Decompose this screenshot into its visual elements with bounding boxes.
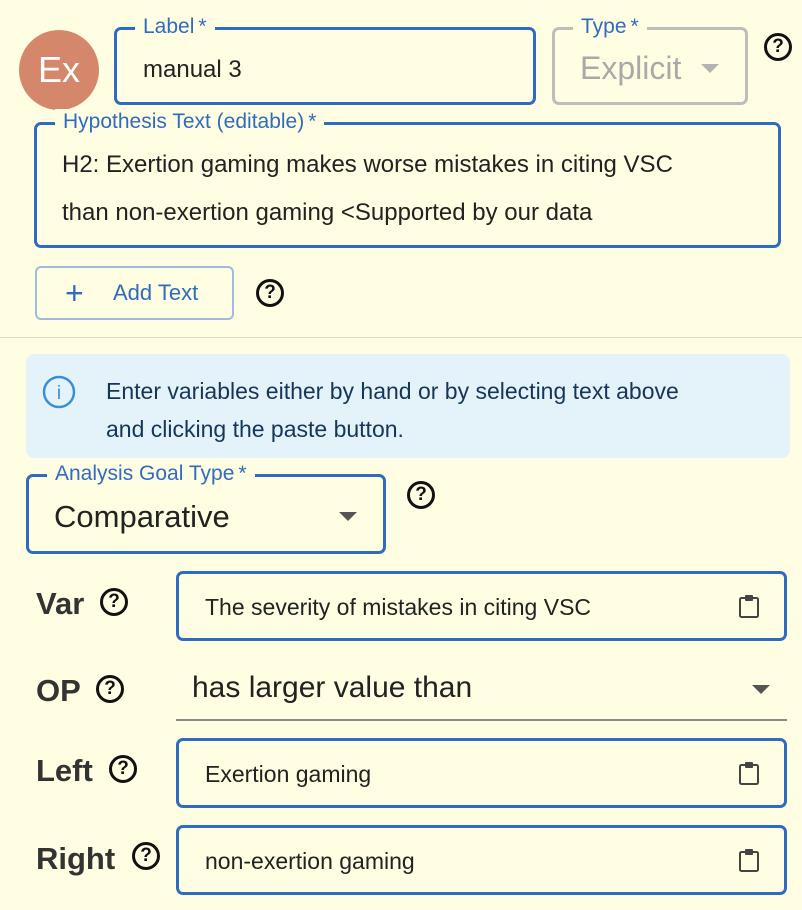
analysis-goal-legend: Analysis Goal Type *: [47, 461, 255, 487]
op-help-icon[interactable]: ?: [96, 675, 124, 703]
hypothesis-text-field[interactable]: Hypothesis Text (editable) * H2: Exertion…: [34, 109, 781, 248]
chevron-down-icon: [701, 64, 719, 73]
op-select[interactable]: has larger value than: [176, 657, 787, 721]
clipboard-paste-icon[interactable]: [738, 594, 760, 618]
info-text-line-2: and clicking the paste button.: [106, 416, 404, 442]
left-input[interactable]: Exertion gaming: [176, 738, 787, 808]
hypothesis-text-legend: Hypothesis Text (editable) *: [55, 109, 325, 135]
left-input-value[interactable]: Exertion gaming: [205, 761, 371, 788]
right-input[interactable]: non-exertion gaming: [176, 825, 787, 895]
type-select-legend: Type *: [573, 14, 647, 40]
left-label: Left: [36, 753, 93, 788]
add-text-label: Add Text: [113, 280, 199, 305]
info-alert: i Enter variables either by hand or by s…: [26, 354, 790, 458]
label-field[interactable]: Label * manual 3: [114, 14, 536, 105]
avatar: Ex: [19, 30, 99, 110]
clipboard-paste-icon[interactable]: [738, 761, 760, 785]
left-help-icon[interactable]: ?: [109, 755, 137, 783]
var-input[interactable]: The severity of mistakes in citing VSC: [176, 571, 787, 641]
plus-icon: +: [65, 275, 84, 311]
type-help-icon[interactable]: ?: [764, 33, 792, 61]
svg-text:i: i: [57, 383, 61, 404]
label-field-legend: Label *: [135, 14, 215, 40]
op-label: OP: [36, 673, 81, 708]
var-label: Var: [36, 586, 85, 621]
avatar-text: Ex: [37, 49, 80, 90]
hypothesis-text-line-2[interactable]: than non-exertion gaming <Supported by o…: [62, 199, 592, 227]
analysis-goal-value[interactable]: Comparative: [54, 499, 230, 535]
chevron-down-icon: [339, 512, 357, 521]
var-input-value[interactable]: The severity of mistakes in citing VSC: [205, 594, 591, 621]
clipboard-paste-icon[interactable]: [738, 848, 760, 872]
type-select-value: Explicit: [580, 50, 682, 86]
op-select-value[interactable]: has larger value than: [192, 671, 472, 705]
info-text-line-1: Enter variables either by hand or by sel…: [106, 378, 679, 404]
right-label: Right: [36, 841, 116, 876]
info-icon: i: [42, 375, 76, 409]
add-text-help-icon[interactable]: ?: [256, 279, 284, 307]
label-input[interactable]: manual 3: [143, 56, 242, 84]
right-help-icon[interactable]: ?: [132, 842, 160, 870]
var-help-icon[interactable]: ?: [100, 588, 128, 616]
add-text-button[interactable]: + Add Text: [35, 266, 234, 320]
right-input-value[interactable]: non-exertion gaming: [205, 848, 415, 875]
type-select: Type * Explicit: [552, 14, 748, 105]
chevron-down-icon: [752, 685, 770, 694]
analysis-goal-select[interactable]: Analysis Goal Type * Comparative: [26, 461, 386, 554]
analysis-goal-help-icon[interactable]: ?: [407, 481, 435, 509]
divider: [0, 337, 802, 338]
hypothesis-text-line-1[interactable]: H2: Exertion gaming makes worse mistakes…: [62, 151, 673, 179]
info-text: Enter variables either by hand or by sel…: [106, 372, 776, 448]
